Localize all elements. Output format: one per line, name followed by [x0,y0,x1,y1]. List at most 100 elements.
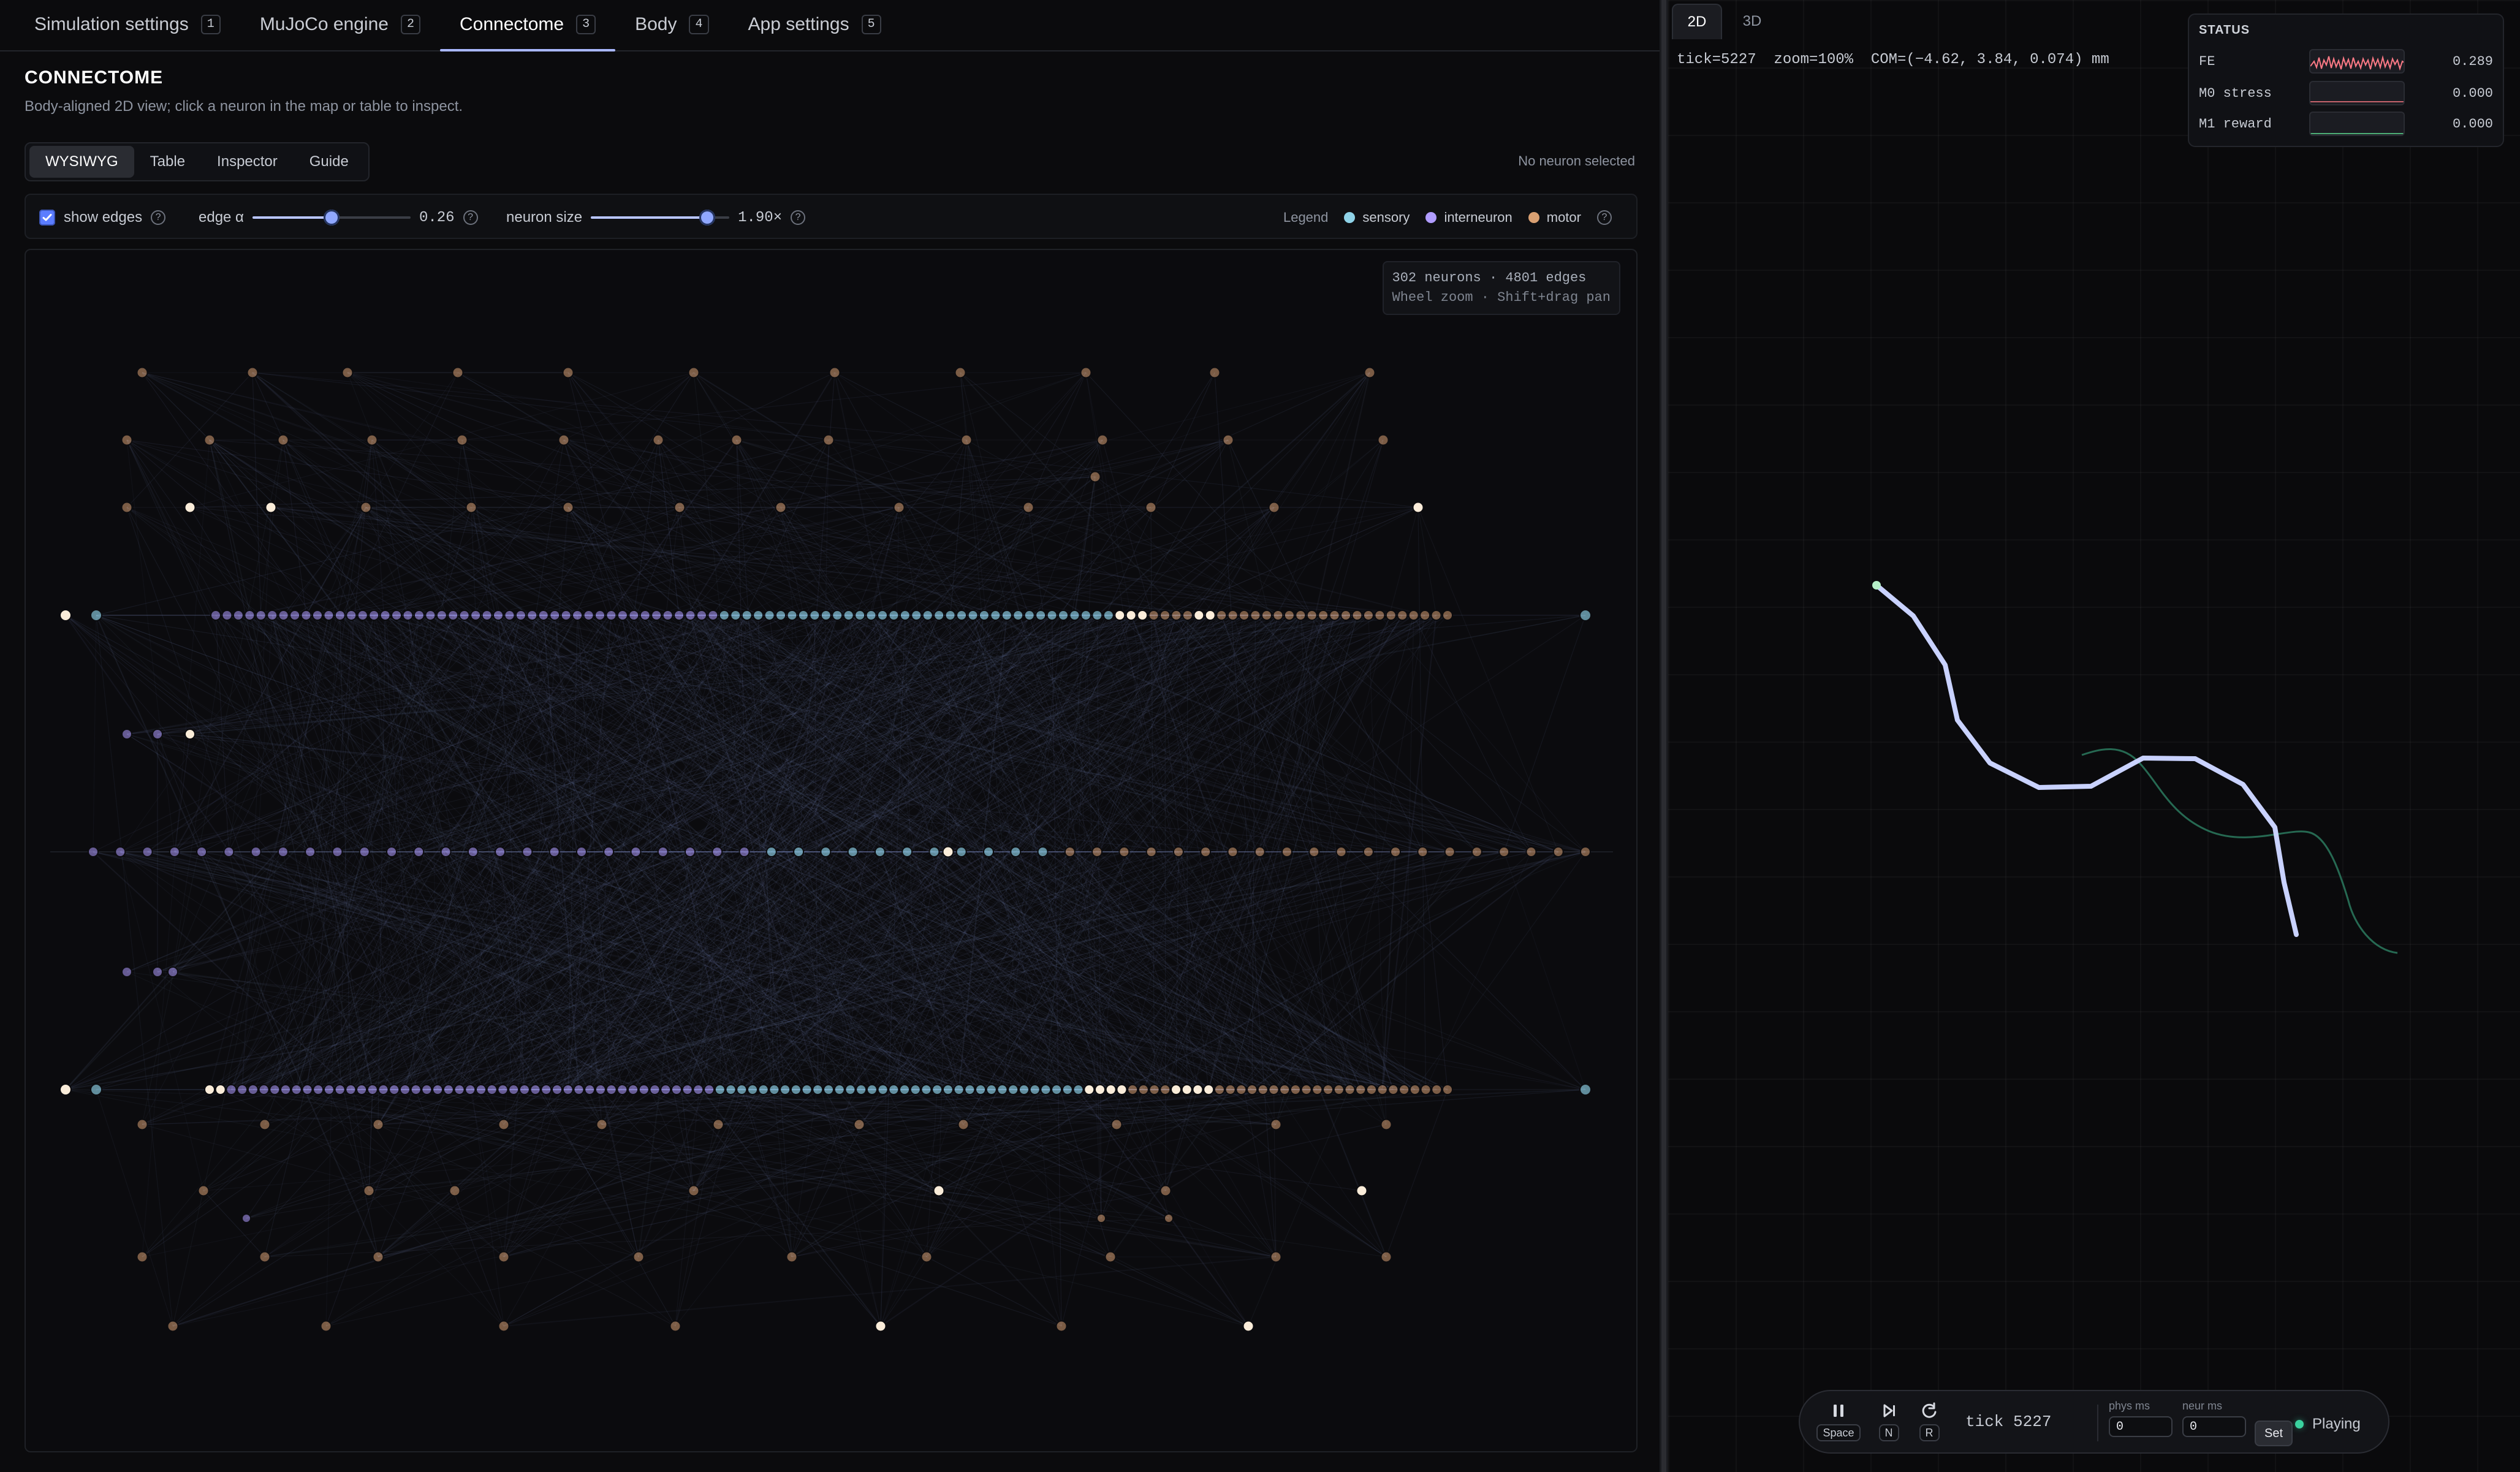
neuron-node[interactable] [1072,1084,1084,1095]
neuron-node[interactable] [765,846,777,857]
neuron-node[interactable] [1419,610,1431,621]
neuron-node[interactable] [436,610,447,621]
neuron-node[interactable] [1376,1084,1388,1095]
neuron-node[interactable] [603,846,615,857]
neuron-node[interactable] [1080,366,1092,379]
neuron-node[interactable] [617,610,628,621]
neuron-node[interactable] [960,434,973,446]
neuron-node[interactable] [323,610,335,621]
help-icon[interactable]: ? [463,210,478,225]
neuron-node[interactable] [368,610,380,621]
neuron-node[interactable] [933,1185,945,1197]
neuron-node[interactable] [1213,1084,1225,1095]
tab-app-settings[interactable]: App settings 5 [729,0,901,50]
neuron-node[interactable] [359,846,370,857]
neuron-node[interactable] [1084,1084,1095,1095]
neuron-node[interactable] [289,610,301,621]
set-button[interactable]: Set [2255,1421,2293,1446]
neuron-node[interactable] [1335,846,1347,857]
neuron-node[interactable] [142,846,153,857]
neuron-node[interactable] [1105,1084,1117,1095]
neuron-node[interactable] [379,610,391,621]
neuron-node[interactable] [1089,471,1101,483]
neuron-node[interactable] [1182,610,1193,621]
neuron-node[interactable] [1442,610,1453,621]
neuron-node[interactable] [449,1185,461,1197]
slider-thumb[interactable] [323,210,340,226]
neuron-node[interactable] [115,846,126,857]
neuron-node[interactable] [983,846,994,857]
neuron-node[interactable] [775,610,787,621]
neuron-node[interactable] [1094,1084,1106,1095]
neuron-node[interactable] [88,846,99,857]
neuron-node[interactable] [954,366,966,379]
neuron-node[interactable] [693,1084,704,1095]
neuron-node[interactable] [244,610,256,621]
neuron-node[interactable] [1399,1084,1410,1095]
neuron-node[interactable] [1308,846,1320,857]
neuron-node[interactable] [829,366,841,379]
show-edges-checkbox[interactable] [39,210,55,226]
neuron-node[interactable] [1261,610,1272,621]
neuron-node[interactable] [1148,1084,1160,1095]
neuron-node[interactable] [267,610,278,621]
neuron-node[interactable] [854,610,866,621]
neuron-node[interactable] [628,1084,639,1095]
pane-divider[interactable] [1660,0,1668,1472]
neuron-node[interactable] [1222,434,1234,446]
neuron-node[interactable] [432,1084,444,1095]
neuron-node[interactable] [669,1320,681,1332]
neuron-node[interactable] [452,366,464,379]
slider-thumb[interactable] [699,210,715,226]
neuron-node[interactable] [888,610,900,621]
neuron-node[interactable] [764,610,775,621]
neuron-node[interactable] [391,610,403,621]
neuron-node[interactable] [674,501,686,514]
neuron-node[interactable] [1431,1084,1443,1095]
neuron-node[interactable] [184,729,195,740]
neuron-node[interactable] [1377,434,1389,446]
neuron-node[interactable] [1022,501,1034,514]
neuron-node[interactable] [820,846,832,857]
neuron-node[interactable] [964,1084,976,1095]
neuron-node[interactable] [498,1320,510,1332]
neuron-node[interactable] [290,1084,302,1095]
neuron-node[interactable] [1096,434,1109,446]
neuron-node[interactable] [712,846,723,857]
neuron-node[interactable] [389,1084,400,1095]
neuron-node[interactable] [957,1118,970,1131]
neuron-node[interactable] [1351,610,1363,621]
neuron-node[interactable] [1268,501,1280,514]
neuron-node[interactable] [223,846,235,857]
neuron-node[interactable] [1579,609,1592,621]
step-button[interactable]: N [1867,1401,1910,1445]
neuron-node[interactable] [1365,1084,1377,1095]
neur-ms-input[interactable] [2182,1416,2246,1437]
neuron-node[interactable] [1110,1118,1123,1131]
neuron-node[interactable] [1159,1185,1172,1197]
neuron-node[interactable] [1192,1084,1204,1095]
neuron-node[interactable] [537,610,549,621]
neuron-node[interactable] [323,1084,335,1095]
neuron-node[interactable] [280,1084,292,1095]
neuron-node[interactable] [605,1084,617,1095]
neuron-node[interactable] [780,1084,791,1095]
neuron-node[interactable] [1552,846,1564,857]
neuron-node[interactable] [300,610,312,621]
neuron-node[interactable] [1164,1213,1174,1223]
neuron-node[interactable] [255,610,267,621]
subtab-wysiwyg[interactable]: WYSIWYG [29,146,134,178]
neuron-node[interactable] [1010,846,1022,857]
neuron-node[interactable] [1257,1084,1269,1095]
neuron-node[interactable] [184,501,196,514]
neuron-node[interactable] [1387,1084,1399,1095]
neuron-node[interactable] [1270,1118,1282,1131]
neuron-node[interactable] [920,1084,932,1095]
neuron-node[interactable] [757,1084,769,1095]
neuron-node[interactable] [942,1084,954,1095]
neuron-node[interactable] [481,610,493,621]
neuron-node[interactable] [911,610,922,621]
neuron-node[interactable] [529,1084,541,1095]
neuron-node[interactable] [832,610,843,621]
neuron-node[interactable] [1035,610,1047,621]
